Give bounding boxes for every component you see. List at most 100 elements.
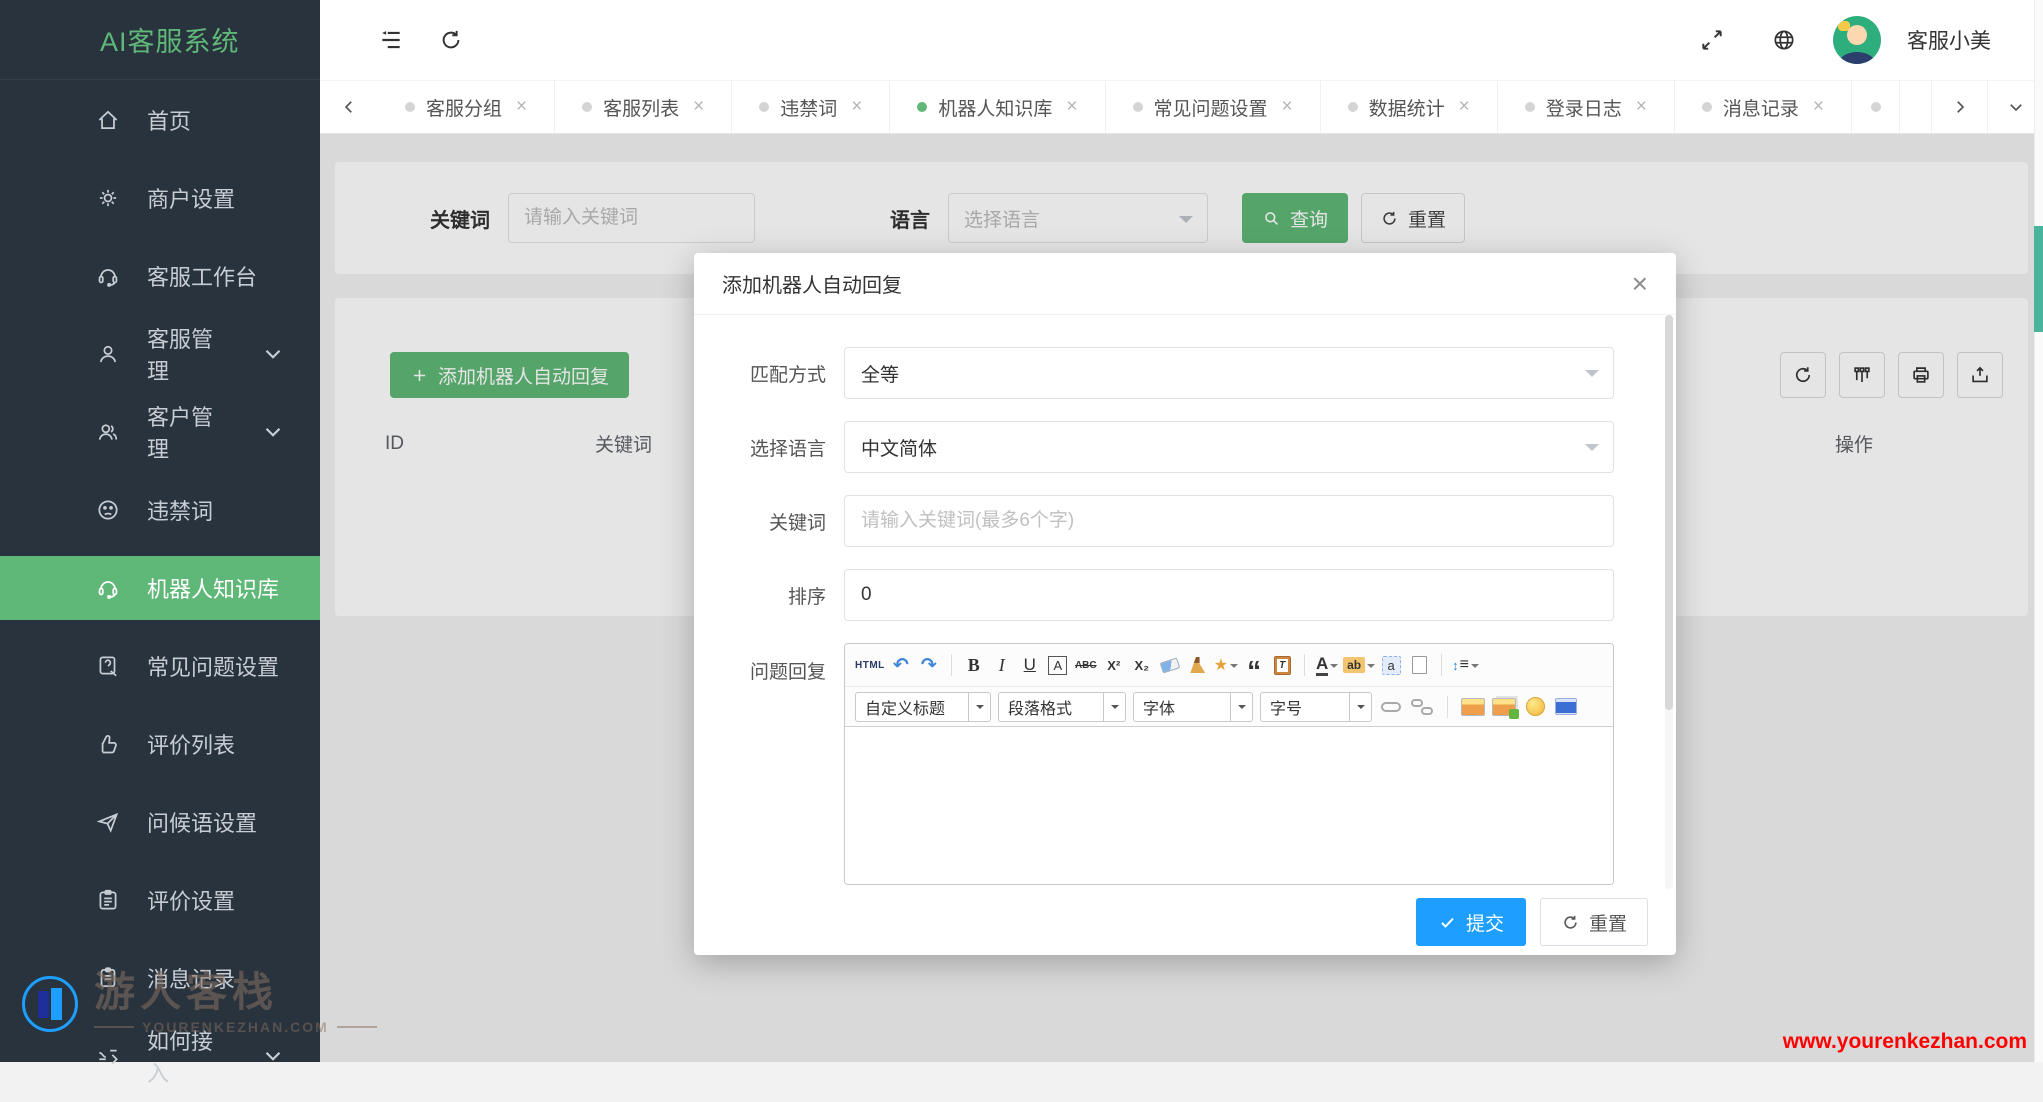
- caret-down-icon: [1585, 444, 1599, 458]
- sidebar-item-forbidden-words[interactable]: 违禁词: [0, 478, 320, 542]
- paste-text-button[interactable]: T: [1270, 651, 1294, 679]
- insert-image-button[interactable]: [1461, 693, 1485, 721]
- tab-close-icon[interactable]: ×: [516, 96, 527, 118]
- insert-link-button[interactable]: [1379, 693, 1403, 721]
- modal-scrollbar-thumb[interactable]: [1665, 315, 1673, 710]
- home-icon: [95, 107, 121, 133]
- tab-close-icon[interactable]: ×: [1813, 96, 1824, 118]
- tab-login-log[interactable]: 登录日志×: [1498, 81, 1675, 133]
- globe-icon: [1771, 27, 1797, 53]
- fullscreen-button[interactable]: [1689, 17, 1735, 63]
- tab-dot: [1525, 102, 1535, 112]
- highlight-color-button[interactable]: ab: [1343, 651, 1375, 679]
- sort-input[interactable]: [844, 569, 1614, 621]
- subscript-button[interactable]: X₂: [1130, 651, 1154, 679]
- tab-close-icon[interactable]: ×: [1459, 96, 1470, 118]
- tab-data-statistics[interactable]: 数据统计×: [1321, 81, 1498, 133]
- menu-fold-icon: [378, 27, 404, 53]
- reply-label: 问题回复: [694, 643, 844, 684]
- paragraph-format-select[interactable]: 段落格式: [998, 692, 1126, 722]
- tab-faq-settings[interactable]: 常见问题设置×: [1106, 81, 1321, 133]
- sidebar-item-robot-knowledge[interactable]: 机器人知识库: [0, 556, 320, 620]
- redo-button[interactable]: ↷: [917, 651, 941, 679]
- caret-down-icon: [1230, 664, 1238, 672]
- tab-cs-group[interactable]: 客服分组×: [378, 81, 555, 133]
- refresh-page-button[interactable]: [428, 17, 474, 63]
- tab-message-records[interactable]: 消息记录×: [1675, 81, 1852, 133]
- tab-close-icon[interactable]: ×: [1636, 96, 1647, 118]
- superscript-button[interactable]: X²: [1102, 651, 1126, 679]
- custom-title-select[interactable]: 自定义标题: [855, 692, 991, 722]
- submit-button[interactable]: 提交: [1416, 898, 1526, 946]
- collapse-menu-button[interactable]: [368, 17, 414, 63]
- emoji-button[interactable]: [1523, 693, 1547, 721]
- chevron-left-icon: [340, 98, 358, 116]
- page-scrollbar-thumb[interactable]: [2034, 226, 2043, 332]
- new-page-button[interactable]: [1407, 651, 1431, 679]
- modal-close-icon[interactable]: ×: [1632, 270, 1648, 298]
- blank-page-icon: [1412, 656, 1427, 674]
- modal-reset-button[interactable]: 重置: [1540, 898, 1648, 946]
- sidebar-item-home[interactable]: 首页: [0, 88, 320, 152]
- tab-cs-list[interactable]: 客服列表×: [555, 81, 732, 133]
- sidebar-item-customer-management[interactable]: 客户管理: [0, 400, 320, 464]
- blockquote-button[interactable]: “: [1242, 651, 1266, 679]
- modal-title: 添加机器人自动回复: [722, 269, 902, 298]
- line-height-button[interactable]: ↕≡: [1452, 651, 1479, 679]
- tabs-scroll-left-button[interactable]: [320, 81, 378, 133]
- language-globe-button[interactable]: [1761, 17, 1807, 63]
- sidebar-item-review-settings[interactable]: 评价设置: [0, 868, 320, 932]
- sidebar-item-greeting-settings[interactable]: 问候语设置: [0, 790, 320, 854]
- match-type-select[interactable]: 全等: [844, 347, 1614, 399]
- editor-content-area[interactable]: [845, 726, 1613, 884]
- sidebar-item-review-list[interactable]: 评价列表: [0, 712, 320, 776]
- sidebar-item-label: 违禁词: [147, 494, 213, 526]
- sidebar-item-label: 客服管理: [147, 322, 234, 386]
- user-name[interactable]: 客服小美: [1907, 25, 1991, 55]
- font-size-select[interactable]: 字号: [1260, 692, 1372, 722]
- sidebar-item-label: 客服工作台: [147, 260, 257, 292]
- font-color-button[interactable]: A: [1315, 651, 1339, 679]
- user-avatar[interactable]: [1833, 16, 1881, 64]
- clear-format-button[interactable]: [1186, 651, 1210, 679]
- anchor-button[interactable]: a: [1379, 651, 1403, 679]
- undo-button[interactable]: ↶: [889, 651, 913, 679]
- multi-image-button[interactable]: [1492, 693, 1516, 721]
- strikethrough-button[interactable]: ABC: [1074, 651, 1098, 679]
- sidebar-item-faq-settings[interactable]: 常见问题设置: [0, 634, 320, 698]
- font-family-select[interactable]: 字体: [1133, 692, 1253, 722]
- insert-video-button[interactable]: [1554, 693, 1578, 721]
- vendor-domain: YOURENKEZHAN.COM: [94, 1019, 377, 1035]
- chevron-down-icon: [260, 1043, 286, 1069]
- remove-link-button[interactable]: [1410, 693, 1434, 721]
- sidebar-item-merchant-settings[interactable]: 商户设置: [0, 166, 320, 230]
- bold-button[interactable]: B: [962, 651, 986, 679]
- caret-down-icon: [1367, 664, 1375, 672]
- keyword-input[interactable]: [844, 495, 1614, 547]
- font-border-button[interactable]: A: [1048, 656, 1067, 675]
- check-icon: [1438, 913, 1457, 932]
- auto-format-button[interactable]: ★: [1214, 651, 1238, 679]
- language-select[interactable]: 中文简体: [844, 421, 1614, 473]
- tab-close-icon[interactable]: ×: [851, 96, 862, 118]
- underline-button[interactable]: U: [1018, 651, 1042, 679]
- sidebar-item-label: 客户管理: [147, 400, 234, 464]
- tab-close-icon[interactable]: ×: [1066, 96, 1077, 118]
- html-source-button[interactable]: HTML: [855, 651, 885, 679]
- tab-forbidden-words[interactable]: 违禁词×: [732, 81, 890, 133]
- sidebar-item-workbench[interactable]: 客服工作台: [0, 244, 320, 308]
- unlink-icon: [1411, 699, 1433, 715]
- tab-dot: [1133, 102, 1143, 112]
- sidebar-item-cs-management[interactable]: 客服管理: [0, 322, 320, 386]
- users-icon: [95, 419, 121, 445]
- refresh-icon: [438, 27, 464, 53]
- tabs-scroll-right-button[interactable]: [1931, 81, 1987, 133]
- tab-partial[interactable]: [1852, 81, 1900, 133]
- tab-robot-knowledge[interactable]: 机器人知识库×: [890, 81, 1105, 133]
- page-scrollbar-track[interactable]: [2034, 0, 2043, 1062]
- robot-headset-icon: [95, 575, 121, 601]
- tab-close-icon[interactable]: ×: [1282, 96, 1293, 118]
- tab-close-icon[interactable]: ×: [693, 96, 704, 118]
- eraser-button[interactable]: [1158, 651, 1182, 679]
- italic-button[interactable]: I: [990, 651, 1014, 679]
